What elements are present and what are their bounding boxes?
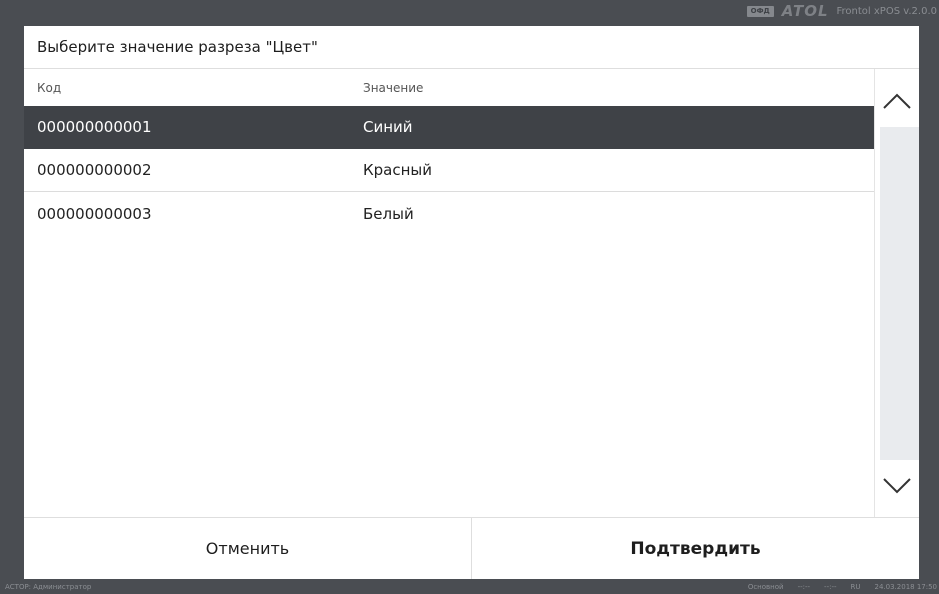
time-indicator-2: --:-- [824, 582, 837, 591]
row-value: Белый [363, 204, 414, 223]
dialog-footer: Отменить Подтвердить [24, 517, 919, 579]
select-value-dialog: Выберите значение разреза "Цвет" Код Зна… [24, 26, 919, 579]
table-row[interactable]: 000000000001 Синий [24, 106, 874, 149]
brand-logo: ATOL [781, 2, 829, 20]
confirm-button[interactable]: Подтвердить [472, 518, 919, 579]
ofd-badge: ОФД [746, 5, 774, 17]
scroll-down-button[interactable] [875, 461, 919, 511]
table-header: Код Значение [24, 69, 874, 106]
row-value: Синий [363, 118, 413, 136]
row-value: Красный [363, 161, 433, 179]
dialog-title: Выберите значение разреза "Цвет" [24, 26, 919, 69]
app-version: Frontol xPOS v.2.0.0 [836, 5, 937, 17]
column-header-code: Код [37, 80, 62, 95]
top-bar: ОФД ATOL Frontol xPOS v.2.0.0 [0, 0, 939, 22]
table-row[interactable]: 000000000002 Красный [24, 149, 874, 192]
status-right: Основной --:-- --:-- RU 24.03.2018 17:50 [748, 583, 937, 591]
current-user: АСТОР: Администратор [5, 582, 92, 591]
row-code: 000000000003 [37, 204, 152, 223]
scrollbar[interactable] [874, 69, 919, 517]
datetime: 24.03.2018 17:50 [874, 582, 937, 591]
scroll-up-button[interactable] [875, 76, 919, 126]
values-table: Код Значение 000000000001 Синий 00000000… [24, 69, 874, 517]
chevron-down-icon [883, 478, 911, 494]
row-code: 000000000002 [37, 161, 152, 179]
language-indicator: RU [850, 582, 861, 591]
status-bar: АСТОР: Администратор Основной --:-- --:-… [0, 579, 939, 594]
time-indicator-1: --:-- [797, 582, 811, 591]
cancel-button[interactable]: Отменить [24, 518, 472, 579]
row-code: 000000000001 [37, 118, 152, 136]
mode-indicator: Основной [747, 582, 784, 591]
scroll-track[interactable] [880, 127, 919, 460]
chevron-up-icon [883, 93, 911, 109]
column-header-value: Значение [363, 80, 424, 95]
table-row[interactable]: 000000000003 Белый [24, 192, 874, 235]
